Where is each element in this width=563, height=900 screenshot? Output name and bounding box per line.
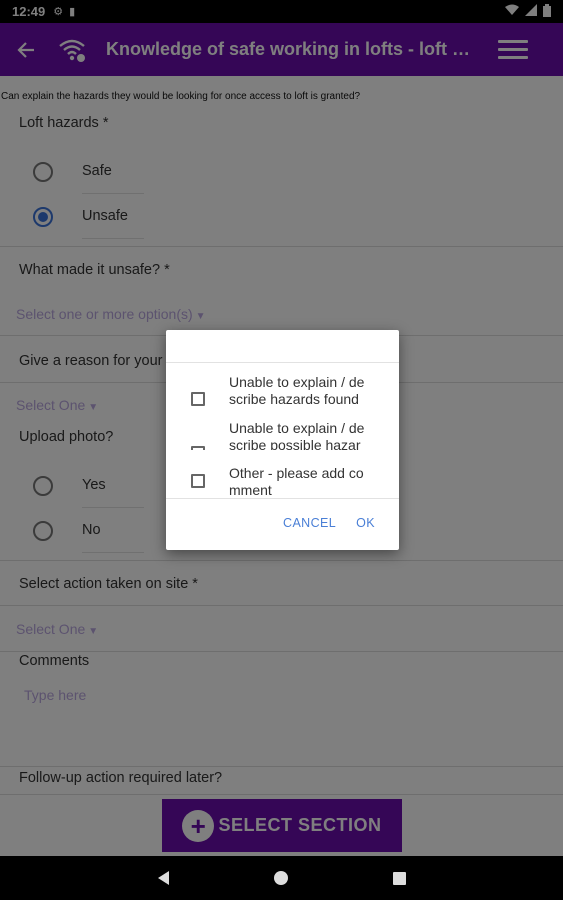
dialog-option-label: Other - please add co mment xyxy=(229,465,364,498)
checkbox[interactable] xyxy=(191,474,205,488)
dialog-divider xyxy=(166,362,399,363)
dialog-option[interactable]: Unable to explain / de scribe hazards fo… xyxy=(166,374,399,420)
dialog-option[interactable]: Unable to explain / de scribe possible h… xyxy=(166,420,399,450)
system-nav-bar xyxy=(0,856,563,900)
nav-recents-icon[interactable] xyxy=(392,871,406,885)
dialog-divider xyxy=(166,498,399,499)
cancel-button[interactable]: CANCEL xyxy=(273,512,346,534)
nav-back-icon[interactable] xyxy=(157,871,169,885)
ok-button[interactable]: OK xyxy=(346,512,399,534)
dialog-actions: CANCEL OK xyxy=(273,512,399,534)
checkbox[interactable] xyxy=(191,446,205,450)
dialog-option-label: Unable to explain / de scribe possible h… xyxy=(229,420,365,450)
checkbox[interactable] xyxy=(191,392,205,406)
nav-home-icon[interactable] xyxy=(273,871,288,885)
dialog-option[interactable]: Other - please add co mment xyxy=(166,465,399,511)
multi-select-dialog: Unable to explain / de scribe hazards fo… xyxy=(166,330,399,550)
dialog-option-label: Unable to explain / de scribe hazards fo… xyxy=(229,374,365,407)
